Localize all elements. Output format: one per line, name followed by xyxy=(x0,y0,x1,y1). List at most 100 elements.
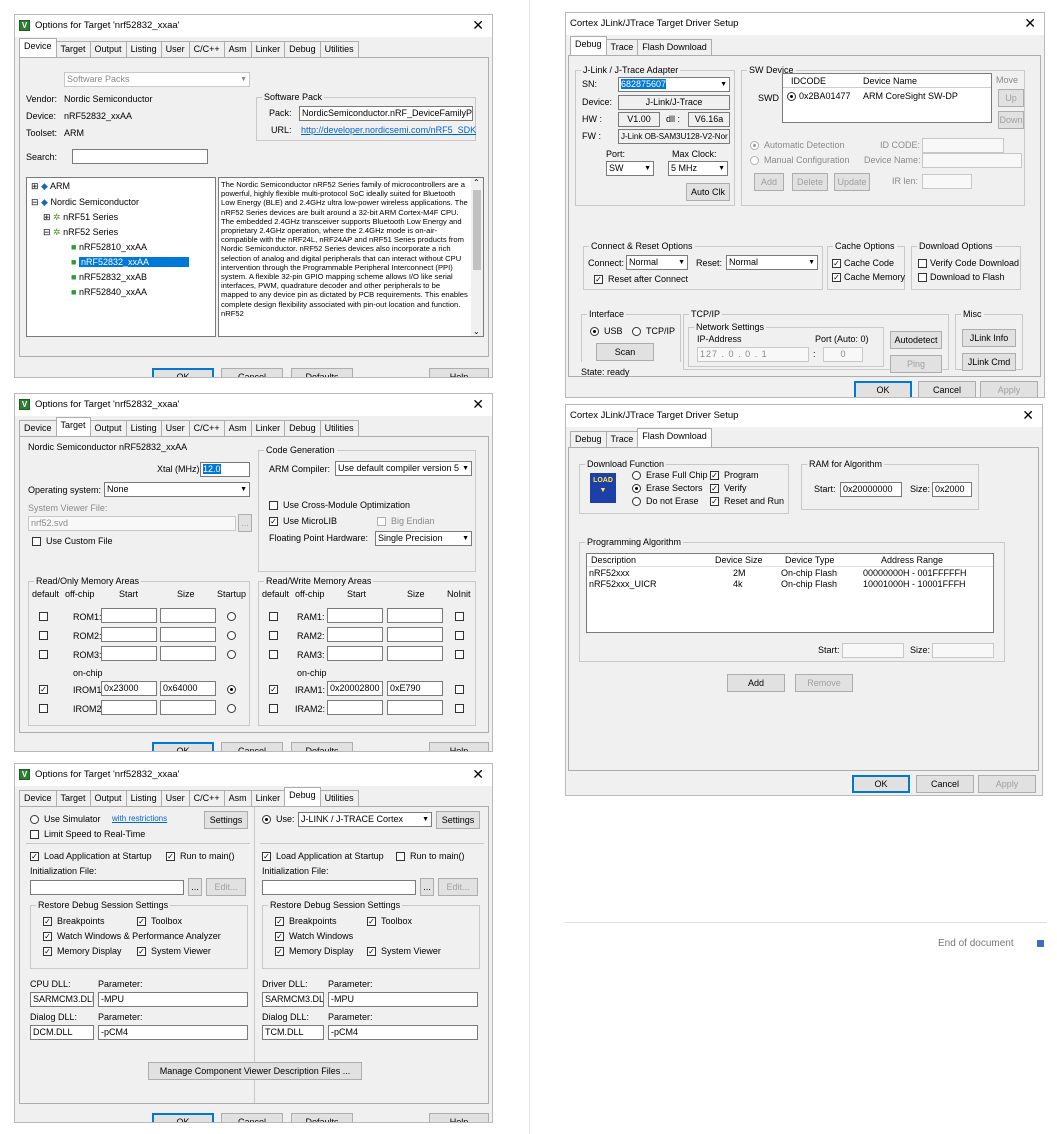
ram1-start[interactable] xyxy=(327,608,383,623)
cancel-button[interactable]: Cancel xyxy=(221,368,283,377)
tree-item-nordic[interactable]: ⊟ ◆ Nordic Semiconductor xyxy=(31,196,139,209)
rom1-default-checkbox[interactable] xyxy=(39,612,48,621)
tab-output[interactable]: Output xyxy=(89,420,127,436)
load-app-checkbox[interactable]: ✓ xyxy=(262,852,271,861)
tab-device[interactable]: Device xyxy=(19,38,57,57)
ram-start-input[interactable]: 0x20000000 xyxy=(840,482,902,497)
sysview-checkbox[interactable]: ✓ xyxy=(367,947,376,956)
ok-button[interactable]: OK xyxy=(854,381,912,397)
cancel-button[interactable]: Cancel xyxy=(221,1113,283,1122)
close-icon[interactable]: ✕ xyxy=(472,766,484,782)
irom1-startup-radio[interactable] xyxy=(227,685,236,694)
tab-trace[interactable]: Trace xyxy=(605,39,639,55)
defaults-button[interactable]: Defaults xyxy=(291,742,353,751)
port-select[interactable]: SW xyxy=(606,161,654,176)
irom2-startup-radio[interactable] xyxy=(227,704,236,713)
iram1-size[interactable]: 0xE790 xyxy=(387,681,443,696)
tab-trace[interactable]: Trace xyxy=(605,431,639,447)
rom3-size[interactable] xyxy=(160,646,216,661)
tree-item-nrf52[interactable]: ⊟ ✲ nRF52 Series xyxy=(43,226,118,239)
do-not-erase-radio[interactable] xyxy=(632,497,641,506)
download-flash-checkbox[interactable] xyxy=(918,273,927,282)
ok-button[interactable]: OK xyxy=(152,1113,214,1122)
target-dialog-dll-input[interactable]: TCM.DLL xyxy=(262,1025,324,1040)
tab-linker[interactable]: Linker xyxy=(250,790,286,806)
ram3-noinit-checkbox[interactable] xyxy=(455,650,464,659)
tab-flash-download[interactable]: Flash Download xyxy=(637,428,712,447)
sim-browse-button[interactable]: ... xyxy=(188,878,202,896)
tab-user[interactable]: User xyxy=(160,41,190,57)
pack-field[interactable]: NordicSemiconductor.nRF_DeviceFamilyPac xyxy=(299,106,473,121)
dialog-dll-input[interactable]: DCM.DLL xyxy=(30,1025,94,1040)
reset-after-connect-checkbox[interactable]: ✓ xyxy=(594,275,603,284)
tree-item-nrf52840[interactable]: ■ nRF52840_xxAA xyxy=(71,286,147,299)
sim-memory-checkbox[interactable]: ✓ xyxy=(43,947,52,956)
use-jlink-radio[interactable] xyxy=(262,815,271,824)
scrollbar[interactable]: ⌃ ⌄ xyxy=(471,178,483,336)
add-button[interactable]: Add xyxy=(754,173,784,191)
move-up-button[interactable]: Up xyxy=(998,89,1024,107)
tab-asm[interactable]: Asm xyxy=(223,420,252,436)
irom1-start[interactable]: 0x23000 xyxy=(101,681,157,696)
add-button[interactable]: Add xyxy=(727,674,785,692)
iram2-size[interactable] xyxy=(387,700,443,715)
help-button[interactable]: Help xyxy=(429,742,489,751)
debugger-select[interactable]: J-LINK / J-TRACE Cortex xyxy=(298,812,432,827)
table-row[interactable]: nRF52xxx_UICR 4k On-chip Flash 10001000H… xyxy=(587,579,993,591)
sim-load-app-checkbox[interactable]: ✓ xyxy=(30,852,39,861)
tab-target[interactable]: Target xyxy=(55,41,91,57)
xtal-input[interactable]: 12.0 xyxy=(200,462,250,477)
svf-browse-button[interactable]: ... xyxy=(238,514,252,532)
tab-asm[interactable]: Asm xyxy=(223,790,252,806)
browse-button[interactable]: ... xyxy=(420,878,434,896)
auto-clk-button[interactable]: Auto Clk xyxy=(686,183,730,201)
watch-checkbox[interactable]: ✓ xyxy=(275,932,284,941)
tab-user[interactable]: User xyxy=(160,790,190,806)
rom3-default-checkbox[interactable] xyxy=(39,650,48,659)
reset-run-checkbox[interactable]: ✓ xyxy=(710,497,719,506)
tab-user[interactable]: User xyxy=(160,420,190,436)
debugger-settings-button[interactable]: Settings xyxy=(436,811,480,829)
tcp-port-input[interactable]: 0 xyxy=(823,347,863,362)
sw-device-table[interactable]: IDCODE Device Name 0x2BA01477 ARM CoreSi… xyxy=(782,73,992,123)
algo-start-input[interactable] xyxy=(842,643,904,658)
tab-cc[interactable]: C/C++ xyxy=(188,41,225,57)
ram1-size[interactable] xyxy=(387,608,443,623)
iram1-noinit-checkbox[interactable] xyxy=(455,685,464,694)
maxclk-select[interactable]: 5 MHz xyxy=(668,161,728,176)
tab-debug[interactable]: Debug xyxy=(284,787,321,806)
memory-checkbox[interactable]: ✓ xyxy=(275,947,284,956)
big-endian-checkbox[interactable] xyxy=(377,517,386,526)
tab-device[interactable]: Device xyxy=(19,420,57,436)
tab-flash-download[interactable]: Flash Download xyxy=(637,39,712,55)
ping-button[interactable]: Ping xyxy=(890,355,942,373)
ram2-default-checkbox[interactable] xyxy=(269,631,278,640)
os-select[interactable]: None xyxy=(104,482,250,497)
autodetect-button[interactable]: Autodetect xyxy=(890,331,942,349)
rom2-start[interactable] xyxy=(101,627,157,642)
reset-select[interactable]: Normal xyxy=(726,255,818,270)
toolbox-checkbox[interactable]: ✓ xyxy=(367,917,376,926)
edit-button[interactable]: Edit... xyxy=(438,878,478,896)
defaults-button[interactable]: Defaults xyxy=(291,1113,353,1122)
cache-code-checkbox[interactable]: ✓ xyxy=(832,259,841,268)
tab-linker[interactable]: Linker xyxy=(250,41,286,57)
sn-select[interactable]: 682875607 xyxy=(618,77,730,92)
rom1-startup-radio[interactable] xyxy=(227,612,236,621)
microlib-checkbox[interactable]: ✓ xyxy=(269,517,278,526)
simulator-settings-button[interactable]: Settings xyxy=(204,811,248,829)
irom1-size[interactable]: 0x64000 xyxy=(160,681,216,696)
manage-component-viewer-button[interactable]: Manage Component Viewer Description File… xyxy=(148,1062,362,1080)
ram3-size[interactable] xyxy=(387,646,443,661)
iram2-default-checkbox[interactable] xyxy=(269,704,278,713)
scan-button[interactable]: Scan xyxy=(596,343,654,361)
irom2-default-checkbox[interactable] xyxy=(39,704,48,713)
dialog-param-input[interactable]: -pCM4 xyxy=(98,1025,248,1040)
with-restrictions-link[interactable]: with restrictions xyxy=(112,813,167,824)
sim-edit-button[interactable]: Edit... xyxy=(206,878,246,896)
cancel-button[interactable]: Cancel xyxy=(221,742,283,751)
tree-item-arm[interactable]: ⊞ ◆ ARM xyxy=(31,180,70,193)
apply-button[interactable]: Apply xyxy=(980,381,1038,397)
ok-button[interactable]: OK xyxy=(152,742,214,751)
program-checkbox[interactable]: ✓ xyxy=(710,471,719,480)
